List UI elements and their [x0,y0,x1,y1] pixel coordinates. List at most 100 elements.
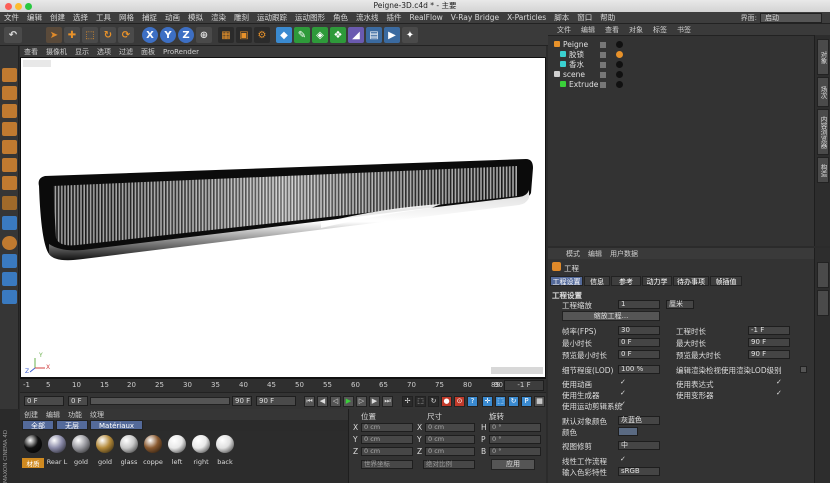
input-color-select[interactable]: sRGB [618,467,660,476]
obj-menu-edit[interactable]: 编辑 [576,25,600,35]
lock-workplane-icon[interactable] [2,290,17,304]
visibility-toggle-icon[interactable] [600,72,606,78]
attr-menu-user-data[interactable]: 用户数据 [606,249,642,259]
scale-key-toggle-icon[interactable]: ⬚ [495,396,506,407]
coord-size-field[interactable]: 0 cm [425,423,475,432]
model-mode-icon[interactable] [2,86,17,100]
go-to-end-icon[interactable]: ⏭ [382,396,393,407]
menu-script[interactable]: 脚本 [550,12,573,23]
render-settings-icon[interactable]: ⚙ [254,27,270,43]
material-ball[interactable] [192,435,210,453]
rotate-key-icon[interactable]: ↻ [428,396,439,407]
attr-tab-key-interpolation[interactable]: 帧插值 [710,276,742,286]
end-frame-field[interactable]: 90 F [256,396,296,406]
position-key-icon[interactable]: ✛ [482,396,493,407]
start-frame-field[interactable]: 0 F [24,396,64,406]
vp-menu-camera[interactable]: 摄像机 [42,47,71,57]
mat-menu-create[interactable]: 创建 [20,410,42,420]
light-icon[interactable]: ✦ [402,27,418,43]
zoom-window-button[interactable] [25,3,32,10]
menu-simulate[interactable]: 模拟 [184,12,207,23]
scale-key-icon[interactable]: ⬚ [415,396,426,407]
deformer-icon[interactable]: ◢ [348,27,364,43]
scale-tool-icon[interactable]: ⬚ [82,27,98,43]
attr-tab-dynamics[interactable]: 动力学 [642,276,672,286]
pla-key-icon[interactable]: ▦ [534,396,545,407]
minimize-window-button[interactable] [15,3,22,10]
menu-sculpt[interactable]: 雕刻 [230,12,253,23]
preview-max-field[interactable]: 90 F [748,350,790,359]
project-time-field[interactable]: -1 F [748,326,790,335]
default-color-select[interactable]: 灰蓝色 [618,416,660,425]
move-tool-icon[interactable]: ✚ [64,27,80,43]
coord-position-field[interactable]: 0 cm [361,435,413,444]
rotation-key-icon[interactable]: ↻ [508,396,519,407]
material-tag-icon[interactable] [616,81,623,88]
material-ball[interactable] [168,435,186,453]
side-tab-attributes[interactable] [817,262,829,288]
min-frame-field[interactable]: 0 F [68,396,88,406]
object-row[interactable]: Peigne [554,40,809,50]
go-to-start-icon[interactable]: ⏮ [304,396,315,407]
visibility-toggle-icon[interactable] [600,82,606,88]
obj-menu-file[interactable]: 文件 [552,25,576,35]
coord-rotation-field[interactable]: 0 ° [489,435,541,444]
coord-size-field[interactable]: 0 cm [425,447,475,456]
keyframe-selection-icon[interactable]: ? [467,396,478,407]
camera-icon[interactable]: ▶ [384,27,400,43]
vp-menu-prorender[interactable]: ProRender [159,48,203,56]
coord-rotation-field[interactable]: 0 ° [489,447,541,456]
select-arrow-icon[interactable]: ➤ [46,27,62,43]
mat-menu-texture[interactable]: 纹理 [86,410,108,420]
visibility-toggle-icon[interactable] [600,42,606,48]
material-tag-icon[interactable] [616,41,623,48]
coord-size-field[interactable]: 0 cm [425,435,475,444]
previous-key-icon[interactable]: ◀ [317,396,328,407]
menu-realflow[interactable]: RealFlow [406,13,447,22]
move-key-icon[interactable]: ✢ [402,396,413,407]
mat-tab-no-layer[interactable]: 无层 [56,420,88,430]
view-clipping-select[interactable]: 中 [618,441,660,450]
menu-mograph[interactable]: 运动图形 [291,12,329,23]
axis-z-button[interactable]: Z [178,27,194,43]
material-tag-icon[interactable] [616,71,623,78]
soft-selection-icon[interactable] [2,254,17,268]
attr-menu-mode[interactable]: 模式 [562,249,584,259]
scale-unit-select[interactable]: 厘米 [666,300,694,309]
material-ball[interactable] [72,435,90,453]
polygons-mode-icon[interactable] [2,176,17,190]
mat-tab-all[interactable]: 全部 [22,420,54,430]
edges-mode-icon[interactable] [2,158,17,172]
scale-value-field[interactable]: 1 [618,300,660,309]
obj-menu-tags[interactable]: 标签 [648,25,672,35]
undo-icon[interactable]: ↶ [4,27,22,43]
attr-menu-edit[interactable]: 编辑 [584,249,606,259]
material-ball[interactable] [24,435,42,453]
attr-tab-project-settings[interactable]: 工程设置 [550,276,583,286]
vp-menu-filter[interactable]: 过滤 [115,47,137,57]
coord-position-field[interactable]: 0 cm [361,447,413,456]
menu-window[interactable]: 窗口 [573,12,596,23]
make-editable-icon[interactable] [2,68,17,82]
obj-menu-view[interactable]: 查看 [600,25,624,35]
record-icon[interactable]: ● [441,396,452,407]
mat-menu-function[interactable]: 功能 [64,410,86,420]
workplane-mode-icon[interactable] [2,122,17,136]
coord-rotation-field[interactable]: 0 ° [489,423,541,432]
object-row[interactable]: scene [554,70,809,80]
use-motion-checkbox[interactable]: ✓ [620,401,627,408]
next-frame-icon[interactable]: ▷ [356,396,367,407]
object-row[interactable]: Extrude [554,80,809,90]
timeline-ruler[interactable]: -1 5 10 15 20 25 30 35 40 45 50 55 60 65… [20,378,546,392]
menu-pipeline[interactable]: 流水线 [352,12,383,23]
material-ball[interactable] [216,435,234,453]
menu-x-particles[interactable]: X-Particles [503,13,550,22]
vp-menu-display[interactable]: 显示 [71,47,93,57]
preview-min-field[interactable]: 0 F [618,350,660,359]
attr-tab-info[interactable]: 信息 [584,276,610,286]
texture-mode-icon[interactable] [2,104,17,118]
cube-primitive-icon[interactable]: ◆ [276,27,292,43]
menu-tools[interactable]: 工具 [92,12,115,23]
use-expressions-checkbox[interactable]: ✓ [776,379,783,386]
menu-render[interactable]: 渲染 [207,12,230,23]
